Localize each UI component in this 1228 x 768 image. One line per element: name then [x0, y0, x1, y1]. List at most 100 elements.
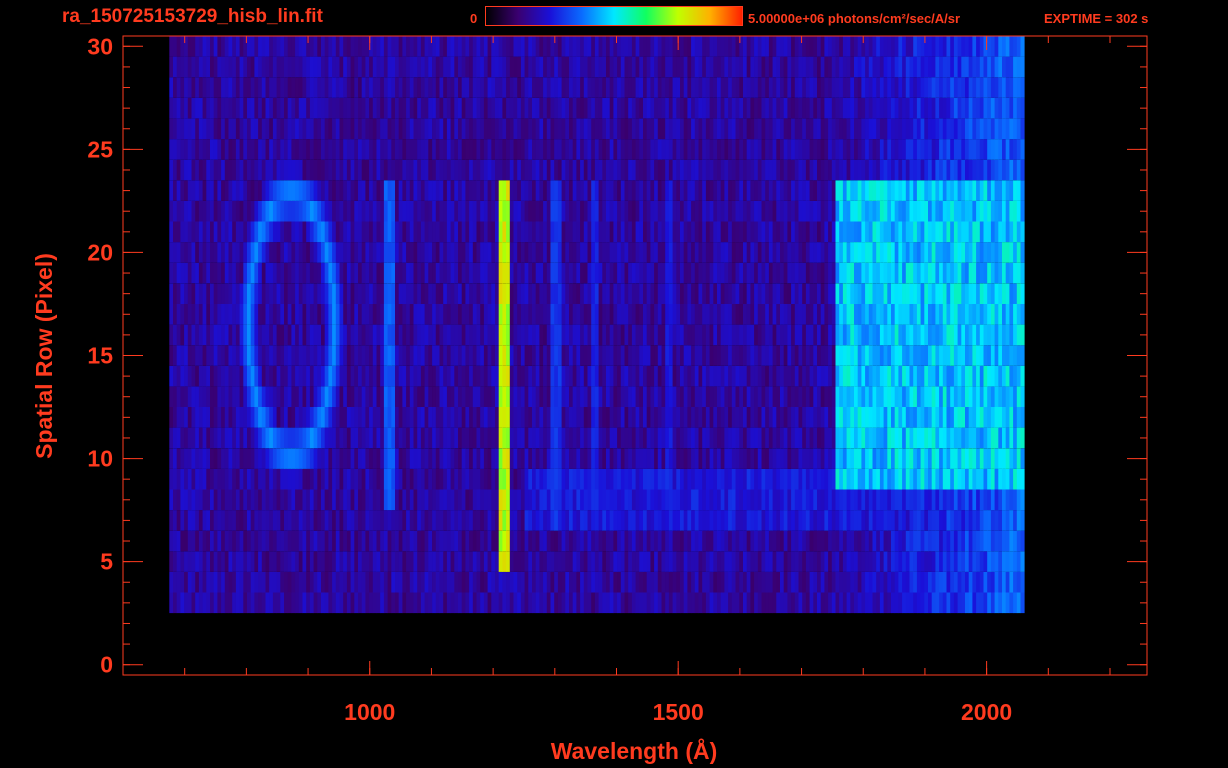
heatmap-cell	[206, 159, 211, 181]
heatmap-cell	[443, 283, 448, 304]
heatmap-cell	[576, 427, 581, 449]
heatmap-cell	[254, 283, 259, 304]
heatmap-cell	[776, 386, 781, 407]
heatmap-cell	[990, 345, 995, 366]
heatmap-cell	[639, 242, 644, 263]
heatmap-cell	[909, 221, 914, 243]
heatmap-cell	[169, 571, 174, 593]
heatmap-cell	[979, 221, 984, 243]
heatmap-cell	[739, 489, 744, 511]
heatmap-cell	[439, 200, 444, 222]
heatmap-cell	[402, 427, 407, 449]
heatmap-cell	[717, 200, 722, 222]
heatmap-cell	[450, 571, 455, 593]
heatmap-cell	[402, 571, 407, 593]
heatmap-cell	[480, 551, 485, 572]
heatmap-cell	[713, 407, 718, 428]
heatmap-cell	[250, 180, 255, 201]
heatmap-cell	[680, 571, 685, 593]
heatmap-cell	[247, 571, 252, 593]
heatmap-cell	[446, 324, 451, 346]
heatmap-cell	[187, 221, 192, 243]
heatmap-cell	[495, 304, 500, 325]
heatmap-cell	[328, 592, 333, 614]
heatmap-cell	[572, 407, 577, 428]
heatmap-cell	[232, 448, 237, 469]
heatmap-cell	[483, 407, 488, 428]
heatmap-cell	[432, 530, 437, 552]
heatmap-cell	[265, 221, 270, 243]
heatmap-cell	[232, 386, 237, 407]
heatmap-cell	[780, 448, 785, 469]
heatmap-cell	[731, 386, 736, 407]
heatmap-cell	[813, 510, 818, 531]
heatmap-cell	[228, 448, 233, 469]
heatmap-cell	[335, 345, 340, 366]
heatmap-cell	[968, 180, 973, 201]
heatmap-cell	[346, 448, 351, 469]
heatmap-cell	[998, 283, 1003, 304]
heatmap-cell	[528, 468, 533, 490]
heatmap-cell	[576, 489, 581, 511]
heatmap-cell	[635, 180, 640, 201]
heatmap-cell	[346, 468, 351, 490]
heatmap-cell	[931, 200, 936, 222]
heatmap-cell	[243, 551, 248, 572]
heatmap-cell	[972, 324, 977, 346]
heatmap-cell	[872, 489, 877, 511]
heatmap-cell	[624, 283, 629, 304]
heatmap-cell	[946, 427, 951, 449]
heatmap-cell	[395, 510, 400, 531]
heatmap-cell	[572, 386, 577, 407]
heatmap-cell	[709, 386, 714, 407]
heatmap-cell	[687, 200, 692, 222]
heatmap-cell	[783, 510, 788, 531]
heatmap-cell	[665, 262, 670, 284]
heatmap-cell	[1020, 262, 1025, 284]
heatmap-cell	[687, 407, 692, 428]
heatmap-cell	[350, 510, 355, 531]
heatmap-cell	[557, 242, 562, 263]
heatmap-cell	[506, 221, 511, 243]
heatmap-cell	[439, 407, 444, 428]
heatmap-cell	[676, 448, 681, 469]
heatmap-cell	[517, 571, 522, 593]
heatmap-cell	[213, 510, 218, 531]
heatmap-cell	[687, 571, 692, 593]
heatmap-cell	[643, 283, 648, 304]
heatmap-cell	[842, 200, 847, 222]
heatmap-cell	[761, 262, 766, 284]
heatmap-cell	[768, 242, 773, 263]
heatmap-cell	[839, 530, 844, 552]
heatmap-cell	[483, 324, 488, 346]
heatmap-cell	[820, 324, 825, 346]
heatmap-cell	[221, 407, 226, 428]
heatmap-cell	[746, 407, 751, 428]
heatmap-cell	[339, 283, 344, 304]
heatmap-cell	[809, 427, 814, 449]
heatmap-cell	[705, 448, 710, 469]
heatmap-cell	[791, 427, 796, 449]
heatmap-cell	[798, 180, 803, 201]
heatmap-cell	[839, 592, 844, 614]
heatmap-cell	[265, 180, 270, 201]
heatmap-cell	[247, 304, 252, 325]
heatmap-cell	[561, 304, 566, 325]
heatmap-cell	[717, 324, 722, 346]
heatmap-cell	[791, 345, 796, 366]
heatmap-cell	[879, 324, 884, 346]
heatmap-cell	[961, 200, 966, 222]
heatmap-cell	[317, 200, 322, 222]
heatmap-cell	[957, 468, 962, 490]
heatmap-cell	[380, 200, 385, 222]
heatmap-cell	[994, 242, 999, 263]
heatmap-cell	[824, 200, 829, 222]
heatmap-cell	[406, 180, 411, 201]
heatmap-cell	[354, 180, 359, 201]
heatmap-cell	[309, 448, 314, 469]
heatmap-cell	[535, 345, 540, 366]
heatmap-cell	[395, 304, 400, 325]
heatmap-cell	[291, 242, 296, 263]
heatmap-cell	[631, 448, 636, 469]
heatmap-cell	[317, 571, 322, 593]
